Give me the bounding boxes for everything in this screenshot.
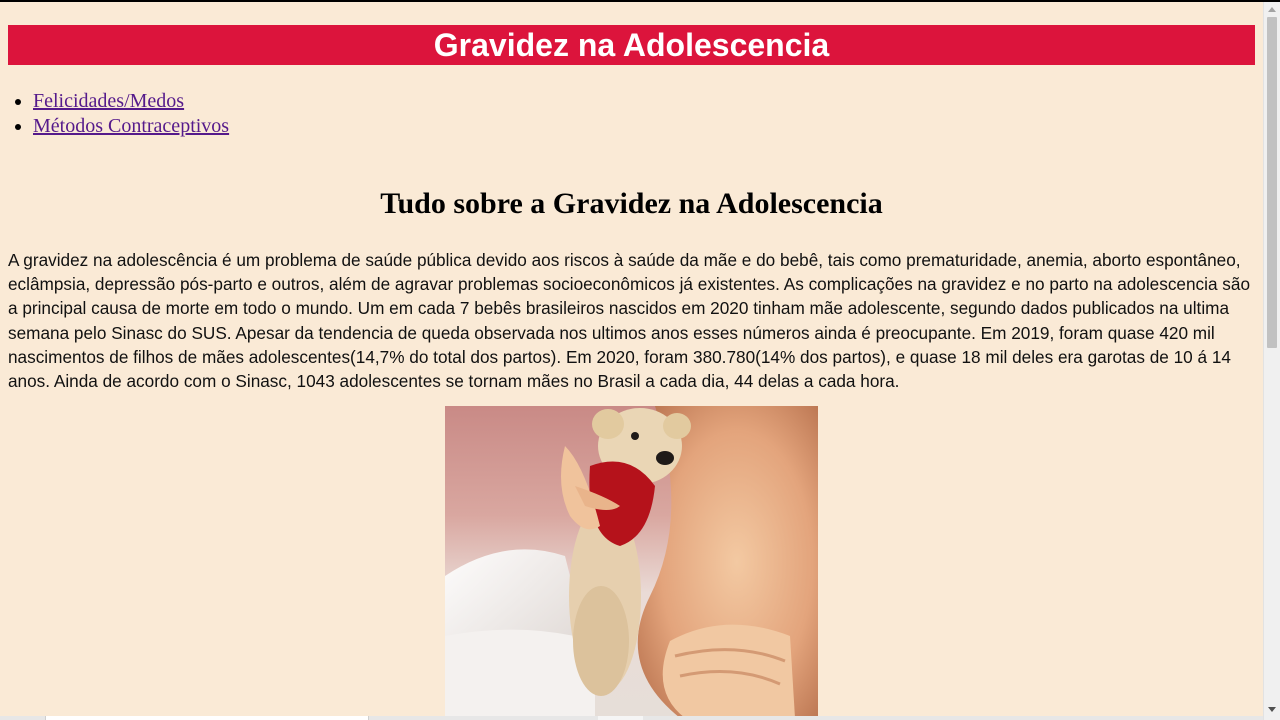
- taskbar-segment: [45, 716, 369, 720]
- nav-link-felicidades-medos[interactable]: Felicidades/Medos: [33, 90, 184, 112]
- scrollbar-thumb[interactable]: [1267, 17, 1277, 348]
- horizontal-scrollbar[interactable]: [0, 716, 1263, 720]
- taskbar-segment: [598, 716, 643, 720]
- page-content[interactable]: Gravidez na Adolescencia Felicidades/Med…: [0, 2, 1263, 720]
- nav-link-metodos-contraceptivos[interactable]: Métodos Contraceptivos: [33, 115, 229, 137]
- vertical-scrollbar[interactable]: [1263, 2, 1280, 720]
- scroll-down-arrow-icon[interactable]: [1268, 707, 1276, 712]
- article-image: [445, 406, 818, 718]
- nav-list-item: Métodos Contraceptivos: [33, 114, 229, 139]
- page-title: Gravidez na Adolescencia: [8, 25, 1255, 65]
- article-paragraph: A gravidez na adolescência é um problema…: [8, 250, 1251, 392]
- scroll-up-arrow-icon[interactable]: [1268, 7, 1276, 12]
- nav-list: Felicidades/Medos Métodos Contraceptivos: [0, 89, 229, 139]
- section-heading: Tudo sobre a Gravidez na Adolescencia: [380, 187, 883, 220]
- nav-list-item: Felicidades/Medos: [33, 89, 229, 114]
- photo-illustration: [445, 406, 818, 718]
